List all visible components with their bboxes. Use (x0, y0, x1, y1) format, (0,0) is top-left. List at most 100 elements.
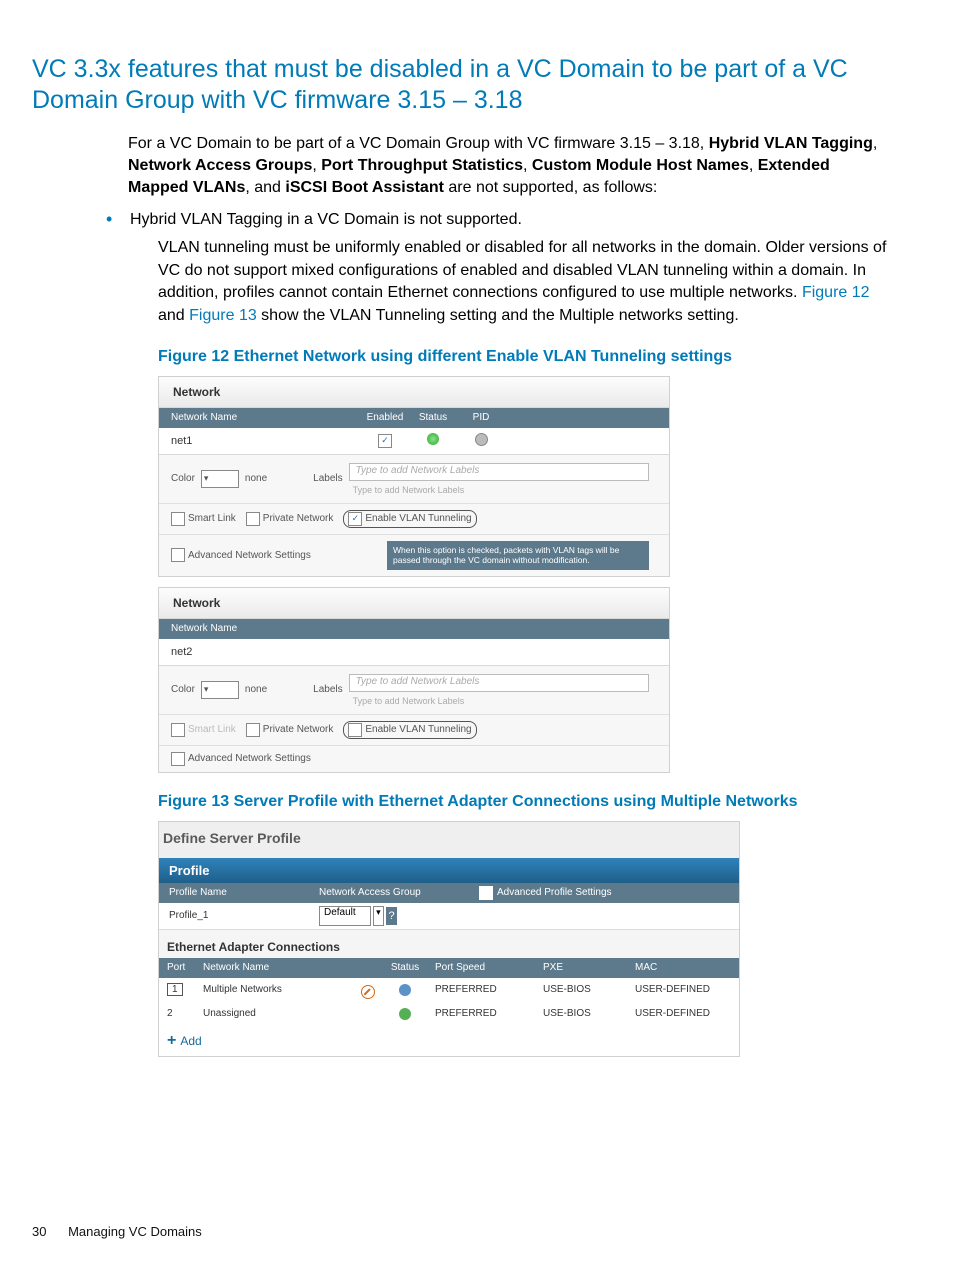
intro-sep2: , (312, 157, 321, 174)
adv-settings-checkbox[interactable] (171, 548, 185, 562)
network-name-value: Multiple Networks (203, 984, 282, 995)
sub-text-a: VLAN tunneling must be uniformly enabled… (158, 239, 886, 301)
color-select[interactable]: ▾ (201, 470, 239, 488)
eac-row: 2 Unassigned PREFERRED USE-BIOS USER-DEF… (159, 1002, 739, 1026)
adv-settings-label: Advanced Network Settings (188, 550, 311, 561)
col-port: Port (159, 962, 195, 973)
checkbox-row: Smart Link Private Network Enable VLAN T… (159, 714, 669, 745)
figure-13: Define Server Profile Profile Profile Na… (158, 821, 740, 1057)
smartlink-checkbox[interactable] (171, 723, 185, 737)
page-number: 30 (32, 1224, 46, 1239)
eac-header-row: Port Network Name Status Port Speed PXE … (159, 958, 739, 978)
status-ok-icon (399, 1008, 411, 1020)
col-mac: MAC (627, 962, 735, 973)
pxe-value: USE-BIOS (535, 1008, 627, 1019)
adv-settings-label: Advanced Network Settings (188, 753, 311, 764)
col-network-name: Network Name (159, 623, 361, 634)
vlan-tunneling-checkbox[interactable]: ✓ (348, 512, 362, 526)
profile-name-value: Profile_1 (159, 910, 319, 921)
private-label: Private Network (263, 513, 334, 524)
network-header-row: Network Name (159, 619, 669, 639)
col-network-name: Network Name (159, 412, 361, 423)
intro-sep3: , (523, 157, 532, 174)
link-figure-12[interactable]: Figure 12 (802, 284, 870, 301)
smartlink-checkbox[interactable] (171, 512, 185, 526)
labels-input[interactable]: Type to add Network Labels (349, 674, 649, 692)
smartlink-label: Smart Link (188, 513, 236, 524)
intro-sep5: , and (245, 179, 285, 196)
network-header-row: Network Name Enabled Status PID (159, 408, 669, 428)
profile-subheader: Profile Name Network Access Group Advanc… (159, 883, 739, 903)
adv-row: Advanced Network Settings (159, 745, 669, 772)
status-ok-icon (427, 433, 439, 445)
color-select[interactable]: ▾ (201, 681, 239, 699)
add-label: Add (180, 1034, 201, 1048)
labels-label: Labels (313, 684, 342, 695)
network-value-row: net1 ✓ (159, 428, 669, 455)
intro-sep1: , (873, 135, 877, 152)
figure-13-caption: Figure 13 Server Profile with Ethernet A… (158, 793, 890, 811)
pxe-value: USE-BIOS (535, 984, 627, 995)
vlan-tunneling-checkbox[interactable] (348, 723, 362, 737)
vlan-tunneling-label: Enable VLAN Tunneling (365, 513, 471, 524)
link-figure-13[interactable]: Figure 13 (189, 307, 257, 324)
intro-bold-hostnames: Custom Module Host Names (532, 157, 749, 174)
nag-select[interactable]: Default (319, 906, 371, 926)
labels-input[interactable]: Type to add Network Labels (349, 463, 649, 481)
enabled-checkbox[interactable]: ✓ (378, 434, 392, 448)
private-checkbox[interactable] (246, 512, 260, 526)
intro-paragraph: For a VC Domain to be part of a VC Domai… (128, 133, 890, 200)
vlan-tunneling-tooltip: When this option is checked, packets wit… (387, 541, 649, 570)
adv-profile-checkbox[interactable] (479, 886, 493, 900)
col-status: Status (375, 962, 427, 973)
adv-row: Advanced Network Settings When this opti… (159, 534, 669, 576)
add-button[interactable]: + Add (159, 1026, 739, 1056)
col-enabled: Enabled (361, 412, 409, 423)
mac-value: USER-DEFINED (627, 1008, 735, 1019)
intro-prefix: For a VC Domain to be part of a VC Domai… (128, 135, 709, 152)
private-checkbox[interactable] (246, 723, 260, 737)
col-pid: PID (457, 412, 505, 423)
status-info-icon (399, 984, 411, 996)
labels-guide: Type to add Network Labels (349, 485, 649, 495)
col-port-speed: Port Speed (427, 962, 535, 973)
network-name-value: net2 (159, 646, 361, 658)
color-none: none (245, 684, 267, 695)
color-labels-row: Color ▾ none Labels Type to add Network … (159, 666, 669, 714)
intro-bold-iscsi: iSCSI Boot Assistant (285, 179, 444, 196)
nag-dropdown-icon[interactable]: ▾ (373, 906, 384, 926)
color-label: Color (171, 473, 195, 484)
adv-profile-label: Advanced Profile Settings (497, 887, 612, 898)
smartlink-label: Smart Link (188, 724, 236, 735)
adv-settings-checkbox[interactable] (171, 752, 185, 766)
nag-help-icon[interactable]: ? (386, 907, 397, 925)
network-panel-net2: Network Network Name net2 Color ▾ none L… (158, 587, 670, 773)
labels-label: Labels (313, 473, 342, 484)
color-labels-row: Color ▾ none Labels Type to add Network … (159, 455, 669, 503)
profile-value-row: Profile_1 Default ▾ ? (159, 903, 739, 930)
eac-row: 1 Multiple Networks PREFERRED USE-BIOS U… (159, 978, 739, 1002)
col-network-name: Network Name (195, 962, 375, 973)
port-speed-value: PREFERRED (427, 1008, 535, 1019)
intro-bold-nag: Network Access Groups (128, 157, 312, 174)
intro-suffix: are not supported, as follows: (444, 179, 657, 196)
bullet-text: Hybrid VLAN Tagging in a VC Domain is no… (130, 211, 522, 228)
vlan-tunneling-label: Enable VLAN Tunneling (365, 724, 471, 735)
panel-heading: Network (159, 588, 669, 619)
col-profile-name: Profile Name (159, 887, 319, 898)
footer-section-title: Managing VC Domains (68, 1224, 202, 1239)
ban-icon (361, 985, 375, 999)
figure-12: Network Network Name Enabled Status PID … (158, 376, 672, 773)
network-value-row: net2 (159, 639, 669, 666)
page-footer: 30 Managing VC Domains (32, 1224, 202, 1239)
col-pxe: PXE (535, 962, 627, 973)
col-network-access-group: Network Access Group (319, 887, 469, 898)
eac-title: Ethernet Adapter Connections (159, 930, 739, 958)
sub-text-c: show the VLAN Tunneling setting and the … (257, 307, 739, 324)
panel-heading: Network (159, 377, 669, 408)
port-value: 2 (159, 1008, 195, 1019)
intro-bold-hybrid-vlan: Hybrid VLAN Tagging (709, 135, 873, 152)
network-panel-net1: Network Network Name Enabled Status PID … (158, 376, 670, 577)
bullet-sub-paragraph: VLAN tunneling must be uniformly enabled… (158, 237, 890, 328)
port-value: 1 (167, 983, 183, 996)
